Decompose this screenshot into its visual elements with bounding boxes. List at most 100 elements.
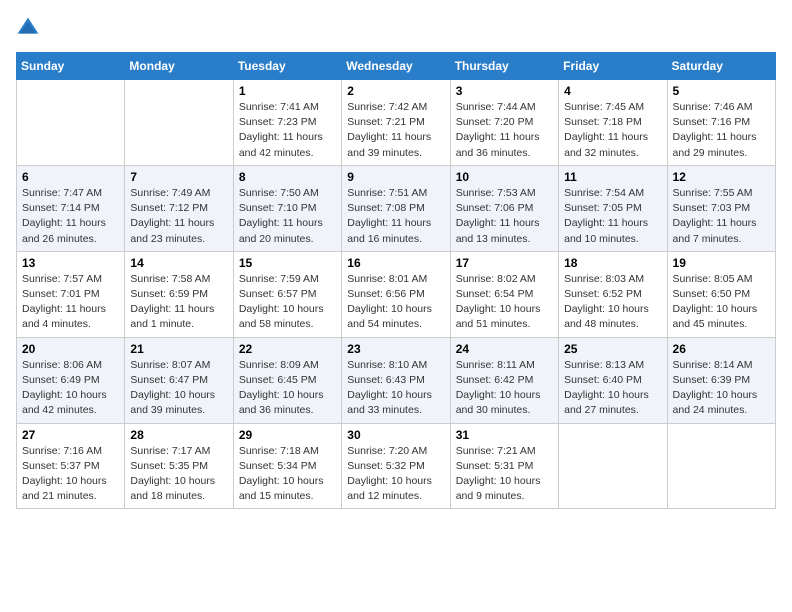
day-number: 2: [347, 84, 444, 98]
calendar-day-cell: 2Sunrise: 7:42 AM Sunset: 7:21 PM Daylig…: [342, 80, 450, 166]
day-number: 24: [456, 342, 553, 356]
calendar-day-cell: 3Sunrise: 7:44 AM Sunset: 7:20 PM Daylig…: [450, 80, 558, 166]
calendar-day-cell: 4Sunrise: 7:45 AM Sunset: 7:18 PM Daylig…: [559, 80, 667, 166]
day-info: Sunrise: 7:46 AM Sunset: 7:16 PM Dayligh…: [673, 100, 770, 161]
day-info: Sunrise: 8:03 AM Sunset: 6:52 PM Dayligh…: [564, 272, 661, 333]
day-number: 1: [239, 84, 336, 98]
day-number: 14: [130, 256, 227, 270]
day-info: Sunrise: 7:20 AM Sunset: 5:32 PM Dayligh…: [347, 444, 444, 505]
day-number: 3: [456, 84, 553, 98]
day-of-week-header: Wednesday: [342, 53, 450, 80]
day-number: 28: [130, 428, 227, 442]
day-info: Sunrise: 8:14 AM Sunset: 6:39 PM Dayligh…: [673, 358, 770, 419]
day-of-week-header: Friday: [559, 53, 667, 80]
calendar-day-cell: 20 Sunrise: 8:06 AM Sunset: 6:49 PM Dayli…: [17, 337, 125, 423]
day-info: Sunrise: 8:11 AM Sunset: 6:42 PM Dayligh…: [456, 358, 553, 419]
calendar-day-cell: 1 Sunrise: 7:41 AM Sunset: 7:23 PM Daylig…: [233, 80, 341, 166]
day-number: 18: [564, 256, 661, 270]
day-number: 16: [347, 256, 444, 270]
day-info: Sunrise: 7:53 AM Sunset: 7:06 PM Dayligh…: [456, 186, 553, 247]
calendar-day-cell: 7 Sunrise: 7:49 AM Sunset: 7:12 PM Daylig…: [125, 165, 233, 251]
calendar-day-cell: 16 Sunrise: 8:01 AM Sunset: 6:56 PM Dayli…: [342, 251, 450, 337]
day-number: 10: [456, 170, 553, 184]
day-number: 31: [456, 428, 553, 442]
calendar-week-row: 27 Sunrise: 7:16 AM Sunset: 5:37 PM Dayli…: [17, 423, 776, 509]
calendar-day-cell: 13Sunrise: 7:57 AM Sunset: 7:01 PM Dayli…: [17, 251, 125, 337]
calendar-day-cell: 11 Sunrise: 7:54 AM Sunset: 7:05 PM Dayli…: [559, 165, 667, 251]
day-info: Sunrise: 7:49 AM Sunset: 7:12 PM Dayligh…: [130, 186, 227, 247]
day-info: Sunrise: 8:07 AM Sunset: 6:47 PM Dayligh…: [130, 358, 227, 419]
day-info: Sunrise: 7:57 AM Sunset: 7:01 PM Dayligh…: [22, 272, 119, 333]
calendar-day-cell: 28 Sunrise: 7:17 AM Sunset: 5:35 PM Dayli…: [125, 423, 233, 509]
calendar-day-cell: [667, 423, 775, 509]
day-info: Sunrise: 7:51 AM Sunset: 7:08 PM Dayligh…: [347, 186, 444, 247]
day-of-week-header: Saturday: [667, 53, 775, 80]
calendar-day-cell: 22 Sunrise: 8:09 AM Sunset: 6:45 PM Dayli…: [233, 337, 341, 423]
day-info: Sunrise: 8:05 AM Sunset: 6:50 PM Dayligh…: [673, 272, 770, 333]
calendar-day-cell: [559, 423, 667, 509]
day-info: Sunrise: 7:59 AM Sunset: 6:57 PM Dayligh…: [239, 272, 336, 333]
day-info: Sunrise: 8:01 AM Sunset: 6:56 PM Dayligh…: [347, 272, 444, 333]
calendar-day-cell: 27 Sunrise: 7:16 AM Sunset: 5:37 PM Dayli…: [17, 423, 125, 509]
calendar-day-cell: 26 Sunrise: 8:14 AM Sunset: 6:39 PM Dayli…: [667, 337, 775, 423]
calendar-day-cell: 9 Sunrise: 7:51 AM Sunset: 7:08 PM Daylig…: [342, 165, 450, 251]
calendar-week-row: 6Sunrise: 7:47 AM Sunset: 7:14 PM Daylig…: [17, 165, 776, 251]
page-header: [16, 16, 776, 40]
calendar-day-cell: 6Sunrise: 7:47 AM Sunset: 7:14 PM Daylig…: [17, 165, 125, 251]
day-info: Sunrise: 7:18 AM Sunset: 5:34 PM Dayligh…: [239, 444, 336, 505]
calendar-day-cell: 17 Sunrise: 8:02 AM Sunset: 6:54 PM Dayli…: [450, 251, 558, 337]
day-number: 17: [456, 256, 553, 270]
day-number: 8: [239, 170, 336, 184]
day-of-week-header: Tuesday: [233, 53, 341, 80]
day-number: 20: [22, 342, 119, 356]
calendar-week-row: 20 Sunrise: 8:06 AM Sunset: 6:49 PM Dayli…: [17, 337, 776, 423]
day-number: 23: [347, 342, 444, 356]
calendar-day-cell: 18 Sunrise: 8:03 AM Sunset: 6:52 PM Dayli…: [559, 251, 667, 337]
day-info: Sunrise: 7:54 AM Sunset: 7:05 PM Dayligh…: [564, 186, 661, 247]
day-info: Sunrise: 7:50 AM Sunset: 7:10 PM Dayligh…: [239, 186, 336, 247]
calendar-day-cell: 23 Sunrise: 8:10 AM Sunset: 6:43 PM Dayli…: [342, 337, 450, 423]
day-of-week-header: Sunday: [17, 53, 125, 80]
day-number: 21: [130, 342, 227, 356]
day-number: 9: [347, 170, 444, 184]
day-number: 15: [239, 256, 336, 270]
calendar-week-row: 13Sunrise: 7:57 AM Sunset: 7:01 PM Dayli…: [17, 251, 776, 337]
calendar-day-cell: 15 Sunrise: 7:59 AM Sunset: 6:57 PM Dayli…: [233, 251, 341, 337]
day-number: 22: [239, 342, 336, 356]
calendar-day-cell: 24 Sunrise: 8:11 AM Sunset: 6:42 PM Dayli…: [450, 337, 558, 423]
day-info: Sunrise: 8:09 AM Sunset: 6:45 PM Dayligh…: [239, 358, 336, 419]
calendar-header-row: SundayMondayTuesdayWednesdayThursdayFrid…: [17, 53, 776, 80]
day-info: Sunrise: 8:06 AM Sunset: 6:49 PM Dayligh…: [22, 358, 119, 419]
day-number: 19: [673, 256, 770, 270]
day-of-week-header: Thursday: [450, 53, 558, 80]
calendar-day-cell: 10 Sunrise: 7:53 AM Sunset: 7:06 PM Dayli…: [450, 165, 558, 251]
day-info: Sunrise: 8:10 AM Sunset: 6:43 PM Dayligh…: [347, 358, 444, 419]
day-number: 5: [673, 84, 770, 98]
calendar-day-cell: [17, 80, 125, 166]
day-info: Sunrise: 8:02 AM Sunset: 6:54 PM Dayligh…: [456, 272, 553, 333]
calendar-day-cell: [125, 80, 233, 166]
day-number: 25: [564, 342, 661, 356]
day-number: 29: [239, 428, 336, 442]
day-info: Sunrise: 7:58 AM Sunset: 6:59 PM Dayligh…: [130, 272, 227, 333]
day-number: 7: [130, 170, 227, 184]
day-number: 11: [564, 170, 661, 184]
calendar-day-cell: 30Sunrise: 7:20 AM Sunset: 5:32 PM Dayli…: [342, 423, 450, 509]
calendar-day-cell: 19 Sunrise: 8:05 AM Sunset: 6:50 PM Dayli…: [667, 251, 775, 337]
day-info: Sunrise: 7:21 AM Sunset: 5:31 PM Dayligh…: [456, 444, 553, 505]
day-info: Sunrise: 8:13 AM Sunset: 6:40 PM Dayligh…: [564, 358, 661, 419]
calendar-day-cell: 25 Sunrise: 8:13 AM Sunset: 6:40 PM Dayli…: [559, 337, 667, 423]
calendar-day-cell: 31 Sunrise: 7:21 AM Sunset: 5:31 PM Dayli…: [450, 423, 558, 509]
day-info: Sunrise: 7:17 AM Sunset: 5:35 PM Dayligh…: [130, 444, 227, 505]
calendar-day-cell: 21 Sunrise: 8:07 AM Sunset: 6:47 PM Dayli…: [125, 337, 233, 423]
logo: [16, 16, 44, 40]
day-info: Sunrise: 7:16 AM Sunset: 5:37 PM Dayligh…: [22, 444, 119, 505]
day-number: 12: [673, 170, 770, 184]
day-number: 27: [22, 428, 119, 442]
calendar-week-row: 1 Sunrise: 7:41 AM Sunset: 7:23 PM Daylig…: [17, 80, 776, 166]
day-info: Sunrise: 7:47 AM Sunset: 7:14 PM Dayligh…: [22, 186, 119, 247]
day-info: Sunrise: 7:41 AM Sunset: 7:23 PM Dayligh…: [239, 100, 336, 161]
day-number: 26: [673, 342, 770, 356]
day-of-week-header: Monday: [125, 53, 233, 80]
calendar-day-cell: 5 Sunrise: 7:46 AM Sunset: 7:16 PM Daylig…: [667, 80, 775, 166]
